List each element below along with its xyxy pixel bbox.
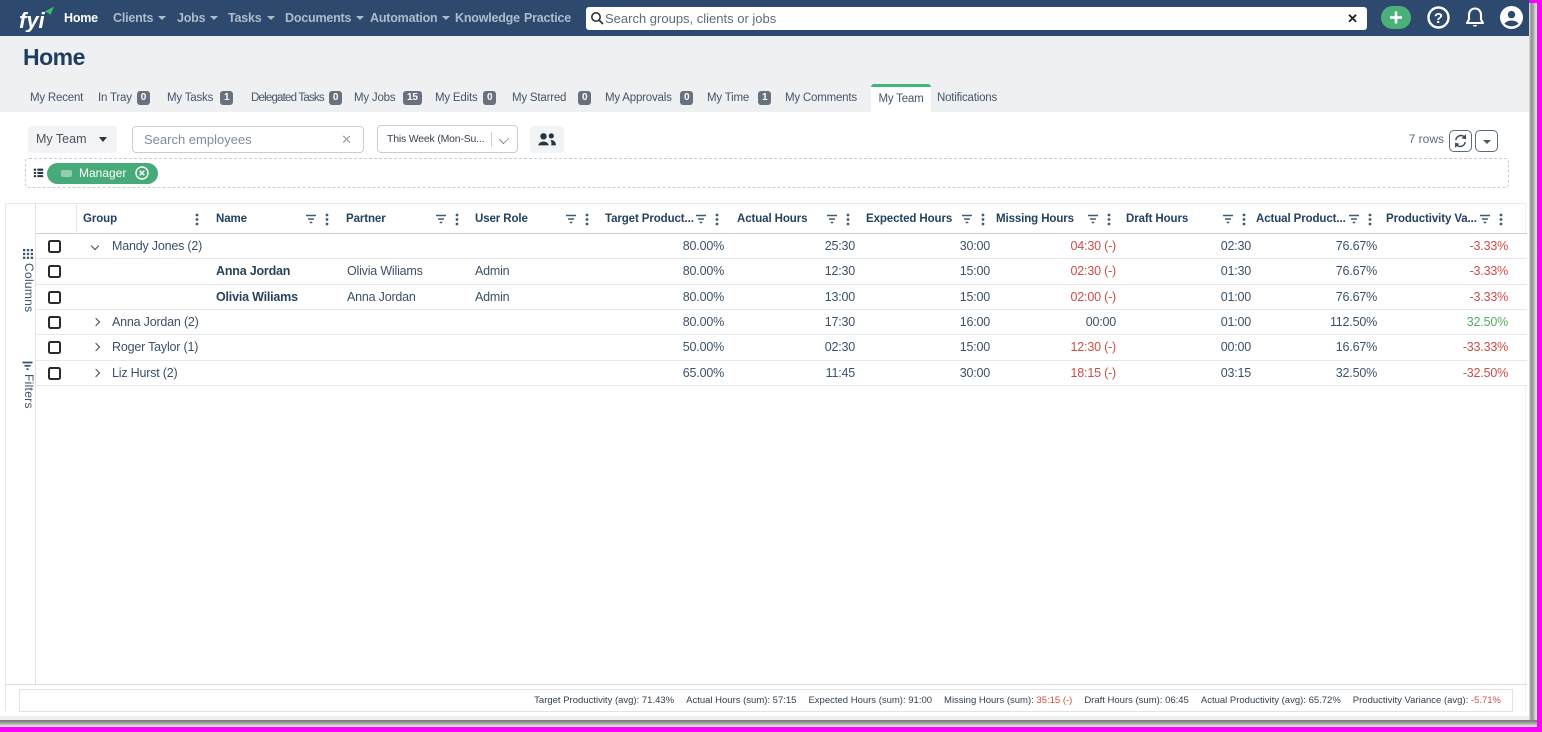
- svg-text:fyi: fyi: [19, 8, 46, 32]
- svg-text:?: ?: [1434, 10, 1443, 27]
